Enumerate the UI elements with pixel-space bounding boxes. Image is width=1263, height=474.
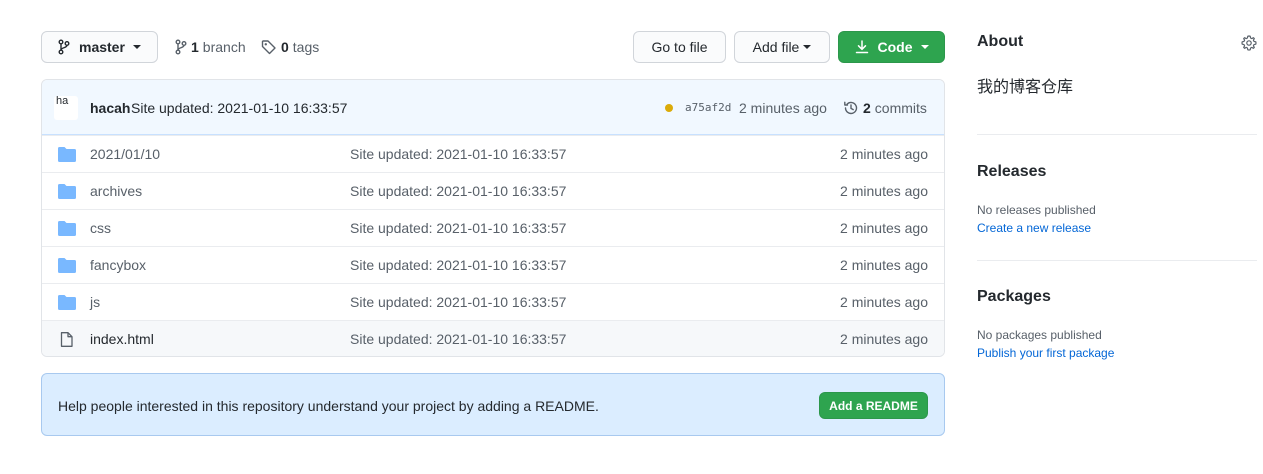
releases-note: No releases published xyxy=(977,203,1096,217)
git-branch-icon xyxy=(58,39,70,55)
download-icon xyxy=(855,40,868,54)
releases-title[interactable]: Releases xyxy=(977,163,1046,181)
tags-link[interactable]: 0 tags xyxy=(261,31,319,63)
file-icon xyxy=(60,332,73,347)
file-commit-message[interactable]: Site updated: 2021-01-10 16:33:57 xyxy=(350,146,566,162)
tags-count: 0 xyxy=(281,39,289,55)
file-commit-message[interactable]: Site updated: 2021-01-10 16:33:57 xyxy=(350,257,566,273)
gear-icon[interactable] xyxy=(1241,35,1257,51)
chevron-down-icon xyxy=(920,45,929,49)
repo-toolbar: master 1 branch 0 tags Go to file Add fi… xyxy=(41,31,945,63)
history-icon xyxy=(844,101,858,114)
chevron-down-icon xyxy=(803,45,812,49)
commits-label: commits xyxy=(874,99,927,116)
folder-icon xyxy=(58,295,76,310)
file-age: 2 minutes ago xyxy=(840,183,928,199)
commit-status-dot[interactable] xyxy=(665,104,673,112)
packages-note: No packages published xyxy=(977,328,1102,342)
branch-select-button[interactable]: master xyxy=(41,31,158,63)
commit-message[interactable]: Site updated: 2021-01-10 16:33:57 xyxy=(131,80,347,135)
file-name[interactable]: fancybox xyxy=(90,257,146,273)
branch-name: master xyxy=(79,39,125,55)
file-browser: ha hacah Site updated: 2021-01-10 16:33:… xyxy=(41,79,945,357)
divider xyxy=(977,260,1257,261)
branches-count: 1 xyxy=(191,39,199,55)
code-button[interactable]: Code xyxy=(838,31,945,63)
folder-icon xyxy=(58,184,76,199)
file-row[interactable]: archives Site updated: 2021-01-10 16:33:… xyxy=(42,172,944,209)
commit-author[interactable]: hacah xyxy=(90,80,130,135)
file-age: 2 minutes ago xyxy=(840,257,928,273)
file-name[interactable]: js xyxy=(90,294,100,310)
file-name[interactable]: index.html xyxy=(90,331,154,347)
git-branch-icon xyxy=(175,39,187,55)
file-row[interactable]: js Site updated: 2021-01-10 16:33:57 2 m… xyxy=(42,283,944,320)
commits-history-link[interactable]: 2 commits xyxy=(843,80,927,135)
file-age: 2 minutes ago xyxy=(840,331,928,347)
file-commit-message[interactable]: Site updated: 2021-01-10 16:33:57 xyxy=(350,183,566,199)
add-file-label: Add file xyxy=(752,39,800,55)
readme-prompt-text: Help people interested in this repositor… xyxy=(58,397,599,414)
add-file-button[interactable]: Add file xyxy=(734,31,830,63)
file-age: 2 minutes ago xyxy=(840,294,928,310)
folder-icon xyxy=(58,221,76,236)
folder-icon xyxy=(58,258,76,273)
file-commit-message[interactable]: Site updated: 2021-01-10 16:33:57 xyxy=(350,331,566,347)
create-release-link[interactable]: Create a new release xyxy=(977,221,1091,235)
file-age: 2 minutes ago xyxy=(840,146,928,162)
code-label: Code xyxy=(877,39,913,55)
tags-label: tags xyxy=(292,39,320,55)
branches-link[interactable]: 1 branch xyxy=(175,31,246,63)
about-title: About xyxy=(977,33,1024,50)
folder-icon xyxy=(58,147,76,162)
commit-time: 2 minutes ago xyxy=(739,99,827,116)
commit-sha[interactable]: a75af2d xyxy=(685,80,731,135)
file-row[interactable]: 2021/01/10 Site updated: 2021-01-10 16:3… xyxy=(42,135,944,172)
branches-label: branch xyxy=(202,39,246,55)
file-row[interactable]: css Site updated: 2021-01-10 16:33:57 2 … xyxy=(42,209,944,246)
publish-package-link[interactable]: Publish your first package xyxy=(977,346,1114,360)
commits-count: 2 xyxy=(863,99,871,116)
readme-prompt: Help people interested in this repositor… xyxy=(41,373,945,436)
file-commit-message[interactable]: Site updated: 2021-01-10 16:33:57 xyxy=(350,294,566,310)
file-commit-message[interactable]: Site updated: 2021-01-10 16:33:57 xyxy=(350,220,566,236)
latest-commit-bar: ha hacah Site updated: 2021-01-10 16:33:… xyxy=(42,80,944,135)
file-row[interactable]: index.html Site updated: 2021-01-10 16:3… xyxy=(42,320,944,356)
file-age: 2 minutes ago xyxy=(840,220,928,236)
chevron-down-icon xyxy=(132,45,141,49)
go-to-file-button[interactable]: Go to file xyxy=(633,31,726,63)
file-row[interactable]: fancybox Site updated: 2021-01-10 16:33:… xyxy=(42,246,944,283)
about-description: 我的博客仓库 xyxy=(977,79,1074,96)
file-name[interactable]: css xyxy=(90,220,111,236)
add-readme-button[interactable]: Add a README xyxy=(819,392,928,419)
packages-title[interactable]: Packages xyxy=(977,288,1051,306)
avatar[interactable]: ha xyxy=(54,96,78,120)
divider xyxy=(977,134,1257,135)
file-name[interactable]: 2021/01/10 xyxy=(90,146,160,162)
repo-sidebar: About 我的博客仓库 Releases No releases publis… xyxy=(977,0,1257,474)
tag-icon xyxy=(261,40,276,55)
file-name[interactable]: archives xyxy=(90,183,142,199)
